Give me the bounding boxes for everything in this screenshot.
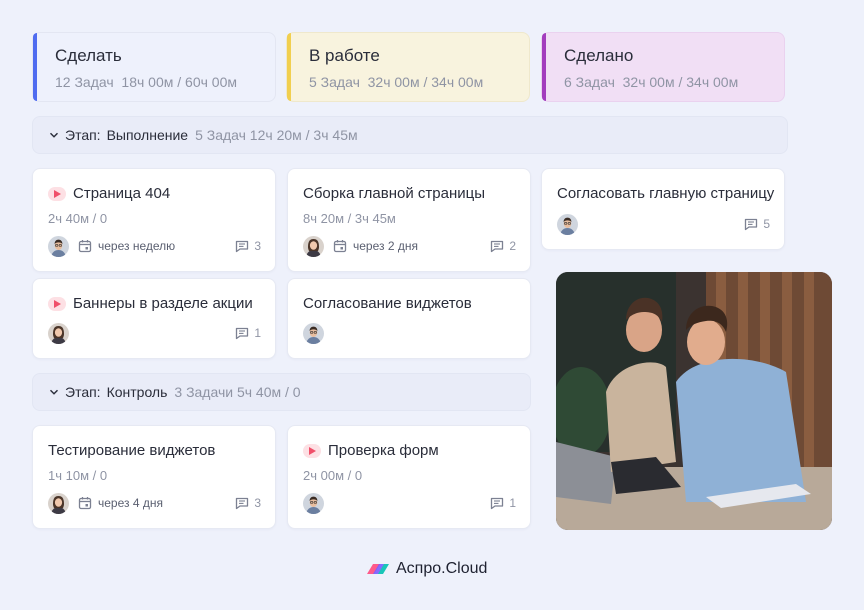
column-title: Сделать (55, 46, 122, 65)
task-time: 2ч 40м / 0 (48, 211, 108, 226)
task-title: Согласование виджетов (303, 295, 472, 312)
comments[interactable]: 1 (490, 496, 516, 510)
comments[interactable]: 3 (235, 496, 261, 510)
comment-icon (490, 496, 504, 510)
priority-icon (48, 186, 66, 201)
stage-execution[interactable]: Этап: Выполнение 5 Задач 12ч 20м / 3ч 45… (32, 116, 788, 154)
column-accent-bar (33, 33, 37, 101)
column-header-in-progress[interactable]: В работе 5 Задач 32ч 00м / 34ч 00м (286, 32, 530, 102)
comment-count: 1 (254, 326, 261, 340)
task-card[interactable]: Согласовать главную страницу 5 (541, 168, 785, 250)
task-card[interactable]: Страница 404 2ч 40м / 0 через неделю 3 (32, 168, 276, 272)
comment-icon (490, 239, 504, 253)
comment-icon (235, 239, 249, 253)
task-title: Сборка главной страницы (303, 185, 485, 202)
column-stats: 5 Задач 32ч 00м / 34ч 00м (309, 74, 484, 90)
task-time: 8ч 20м / 3ч 45м (303, 211, 396, 226)
comment-icon (744, 217, 758, 231)
stage-control[interactable]: Этап: Контроль 3 Задачи 5ч 40м / 0 (32, 373, 531, 411)
comments[interactable]: 5 (744, 217, 770, 231)
stage-label: Этап: (65, 384, 101, 400)
calendar-icon (333, 239, 347, 253)
task-card[interactable]: Сборка главной страницы 8ч 20м / 3ч 45м … (287, 168, 531, 272)
task-time: 1ч 10м / 0 (48, 468, 108, 483)
task-title: Тестирование виджетов (48, 442, 216, 459)
comment-count: 2 (509, 239, 516, 253)
avatar[interactable] (557, 214, 578, 235)
due-text: через 2 дня (353, 239, 418, 253)
priority-icon (303, 443, 321, 458)
chevron-down-icon[interactable] (49, 387, 59, 397)
task-title: Согласовать главную страницу (557, 185, 775, 202)
due-text: через неделю (98, 239, 176, 253)
column-title: В работе (309, 46, 380, 65)
stage-name: Выполнение (106, 127, 189, 143)
comment-icon (235, 496, 249, 510)
avatar[interactable] (303, 236, 324, 257)
comments[interactable]: 3 (235, 239, 261, 253)
column-header-todo[interactable]: Сделать 12 Задач 18ч 00м / 60ч 00м (32, 32, 276, 102)
comment-icon (235, 326, 249, 340)
avatar[interactable] (48, 236, 69, 257)
comment-count: 3 (254, 239, 261, 253)
due-text: через 4 дня (98, 496, 163, 510)
comments[interactable]: 1 (235, 326, 261, 340)
comment-count: 1 (509, 496, 516, 510)
avatar[interactable] (303, 323, 324, 344)
stage-label: Этап: (65, 127, 101, 143)
task-title: Страница 404 (73, 185, 171, 202)
brand-logo: Аспро.Cloud (366, 560, 487, 578)
calendar-icon (78, 239, 92, 253)
comments[interactable]: 2 (490, 239, 516, 253)
task-card[interactable]: Согласование виджетов (287, 278, 531, 359)
comment-count: 5 (763, 217, 770, 231)
brand-name: Аспро.Cloud (396, 560, 488, 577)
due-date[interactable]: через 4 дня (78, 496, 163, 510)
stage-name: Контроль (106, 384, 168, 400)
task-card[interactable]: Баннеры в разделе акции 1 (32, 278, 276, 359)
column-stats: 6 Задач 32ч 00м / 34ч 00м (564, 74, 739, 90)
comment-count: 3 (254, 496, 261, 510)
stage-meta: 5 Задач 12ч 20м / 3ч 45м (195, 127, 358, 143)
priority-icon (48, 296, 66, 311)
team-photo (556, 272, 832, 530)
stage-meta: 3 Задачи 5ч 40м / 0 (174, 384, 301, 400)
avatar[interactable] (48, 493, 69, 514)
task-card[interactable]: Тестирование виджетов 1ч 10м / 0 через 4… (32, 425, 276, 529)
column-title: Сделано (564, 46, 634, 65)
avatar[interactable] (48, 323, 69, 344)
due-date[interactable]: через 2 дня (333, 239, 418, 253)
task-title: Баннеры в разделе акции (73, 295, 253, 312)
calendar-icon (78, 496, 92, 510)
avatar[interactable] (303, 493, 324, 514)
task-title: Проверка форм (328, 442, 439, 459)
task-time: 2ч 00м / 0 (303, 468, 363, 483)
task-card[interactable]: Проверка форм 2ч 00м / 0 1 (287, 425, 531, 529)
chevron-down-icon[interactable] (49, 130, 59, 140)
column-stats: 12 Задач 18ч 00м / 60ч 00м (55, 74, 237, 90)
column-accent-bar (287, 33, 291, 101)
aspro-cloud-logo-icon (367, 564, 389, 574)
column-accent-bar (542, 33, 546, 101)
column-header-done[interactable]: Сделано 6 Задач 32ч 00м / 34ч 00м (541, 32, 785, 102)
due-date[interactable]: через неделю (78, 239, 175, 253)
